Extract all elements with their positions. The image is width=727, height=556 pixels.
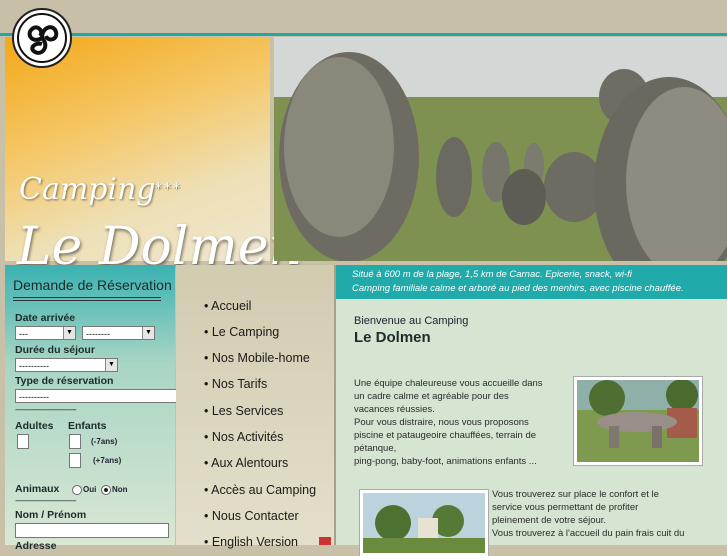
tagline-bar: Situé à 600 m de la plage, 1,5 km de Car…: [336, 265, 727, 299]
intro-line: pétanque,: [354, 443, 397, 454]
nav-contact[interactable]: • Nous Contacter: [204, 509, 299, 523]
nav-mobile-home[interactable]: • Nos Mobile-home: [204, 351, 310, 365]
reservation-title: Demande de Réservation: [13, 277, 172, 293]
animals-no-radio[interactable]: [101, 485, 111, 495]
separator: ---------------------------: [15, 405, 77, 415]
nav-acces[interactable]: • Accès au Camping: [204, 483, 316, 497]
booking-type-select[interactable]: ---------- ▼: [15, 389, 192, 403]
tagline-description: Camping familiale calme et arboré au pie…: [352, 283, 684, 294]
arrival-month-select[interactable]: -------- ▼: [82, 326, 155, 340]
brand-camping: Camping: [19, 172, 156, 207]
arrival-date-label: Date arrivée: [15, 312, 76, 324]
duration-select[interactable]: ---------- ▼: [15, 358, 118, 372]
comfort-line: Vous trouverez sur place le confort et l…: [492, 489, 659, 500]
address-label: Adresse: [15, 540, 57, 552]
adults-field[interactable]: [17, 434, 29, 449]
nav-activites[interactable]: • Nos Activités: [204, 430, 283, 444]
uk-flag-icon[interactable]: [319, 537, 331, 545]
nav-le-camping[interactable]: • Le Camping: [204, 325, 279, 339]
name-input[interactable]: [15, 523, 169, 538]
separator: ---------------------------: [15, 496, 77, 506]
main-content: Situé à 600 m de la plage, 1,5 km de Car…: [336, 265, 727, 556]
top-bar: [0, 0, 727, 36]
intro-line: piscine et pataugeoire chauffées, terrai…: [354, 430, 537, 441]
chevron-down-icon: ▼: [105, 359, 117, 371]
divider: [13, 297, 161, 298]
comfort-line: Vous trouverez à l'accueil du pain frais…: [492, 528, 685, 539]
children-under7-field[interactable]: [69, 434, 81, 449]
arrival-month-value: --------: [86, 329, 110, 339]
arrival-day-value: ---: [19, 329, 28, 339]
animals-yes-radio[interactable]: [72, 485, 82, 495]
comfort-line: service vous permettant de profiter: [492, 502, 639, 513]
tagline-location: Situé à 600 m de la plage, 1,5 km de Car…: [352, 269, 632, 280]
duration-label: Durée du séjour: [15, 344, 95, 356]
name-label: Nom / Prénom: [15, 509, 87, 521]
animals-label: Animaux: [15, 483, 60, 495]
nav-accueil[interactable]: • Accueil: [204, 299, 251, 313]
animals-yes-label: Oui: [83, 485, 97, 494]
children-label: Enfants: [68, 420, 107, 432]
page-title: Le Dolmen: [354, 329, 431, 346]
triskelion-logo[interactable]: [12, 8, 72, 68]
nav-alentours[interactable]: • Aux Alentours: [204, 456, 288, 470]
animals-no-label: Non: [112, 485, 128, 494]
reservation-panel: Demande de Réservation Date arrivée --- …: [5, 265, 192, 552]
adults-label: Adultes: [15, 420, 54, 432]
divider: [13, 300, 161, 301]
campsite-photo: [360, 490, 488, 556]
main-navigation: • Accueil • Le Camping • Nos Mobile-home…: [176, 265, 336, 549]
children-over7-field[interactable]: [69, 453, 81, 468]
brand-banner: Camping *** Le Dolmen: [5, 37, 302, 277]
booking-type-label: Type de réservation: [15, 375, 114, 387]
over7-label: (+7ans): [93, 456, 122, 465]
intro-line: Une équipe chaleureuse vous accueille da…: [354, 378, 543, 389]
booking-type-value: ----------: [19, 392, 49, 402]
arrival-day-select[interactable]: --- ▼: [15, 326, 76, 340]
chevron-down-icon: ▼: [63, 327, 75, 339]
intro-line: un cadre calme et agréable pour des: [354, 391, 509, 402]
comfort-paragraph: Vous trouverez sur place le confort et l…: [492, 488, 724, 540]
nav-services[interactable]: • Les Services: [204, 404, 283, 418]
intro-paragraph: Une équipe chaleureuse vous accueille da…: [354, 377, 569, 468]
intro-line: vacances réussies.: [354, 404, 435, 415]
intro-line: ping-pong, baby-foot, animations enfants…: [354, 456, 537, 467]
duration-value: ----------: [19, 361, 49, 371]
chevron-down-icon: ▼: [142, 327, 154, 339]
under7-label: (-7ans): [91, 437, 118, 446]
welcome-text: Bienvenue au Camping: [354, 315, 469, 327]
nav-english[interactable]: • English Version: [204, 535, 298, 549]
nav-tarifs[interactable]: • Nos Tarifs: [204, 377, 267, 391]
intro-line: Pour vous distraire, nous vous proposons: [354, 417, 529, 428]
comfort-line: pleinement de votre séjour.: [492, 515, 607, 526]
star-rating: ***: [155, 181, 182, 197]
dolmen-photo: [574, 377, 702, 465]
menhirs-photo: [274, 37, 727, 261]
